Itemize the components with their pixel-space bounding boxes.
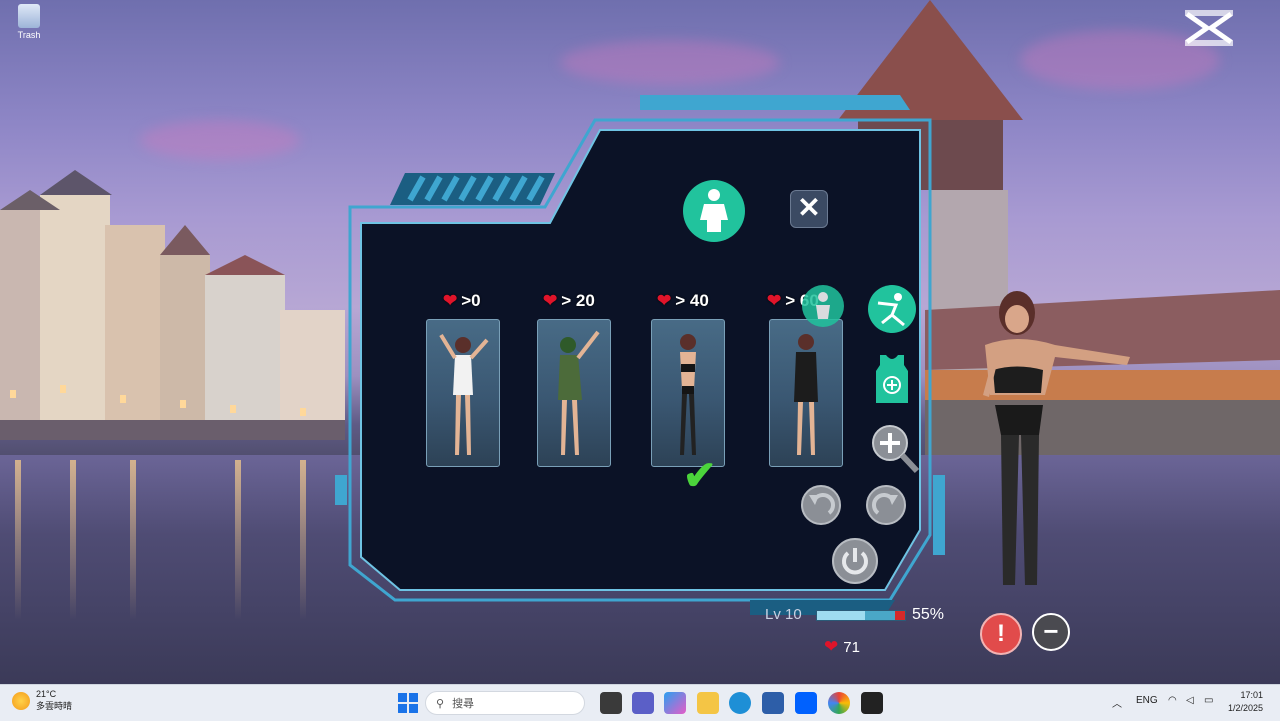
taskbar-search[interactable]: ⚲ 搜尋 <box>425 691 585 715</box>
cloud <box>560 40 780 85</box>
selected-check-icon: ✔ <box>683 454 717 498</box>
outfit-requirement: ❤ > 20 <box>543 291 595 310</box>
weather-temp: 21°C <box>36 689 57 699</box>
female-gender-button[interactable] <box>683 180 745 242</box>
progress-percent: 55% <box>912 606 945 623</box>
rotate-left-icon <box>809 493 835 515</box>
power-icon <box>842 548 868 575</box>
progress-fill <box>817 611 866 620</box>
recycle-bin-icon <box>18 4 40 28</box>
heart-icon: ❤ <box>443 291 458 310</box>
battery-icon[interactable]: ▭ <box>1204 695 1213 706</box>
wifi-icon[interactable]: ◠ <box>1168 695 1177 706</box>
light-reflection <box>130 460 136 620</box>
outfit-figure <box>439 333 489 455</box>
store-icon[interactable] <box>762 692 784 714</box>
character-model <box>983 291 1130 585</box>
windows-start-icon[interactable] <box>397 692 419 714</box>
capcut-taskbar-icon[interactable] <box>861 692 883 714</box>
heart-icon: ❤ <box>657 291 672 310</box>
power-button[interactable] <box>832 538 878 584</box>
outfit-card-1[interactable] <box>426 319 500 467</box>
volume-icon[interactable]: ◁ <box>1186 695 1194 706</box>
heart-icon: ❤ <box>824 637 839 656</box>
outfit-requirement: ❤ >0 <box>443 291 481 310</box>
add-outfit-icon[interactable] <box>874 353 910 405</box>
rotate-right-button[interactable] <box>866 485 906 525</box>
outfit-panel: ✕ ❤ >0 ❤ > 20 ❤ > 40 ✔ ❤ > <box>335 95 945 615</box>
weather-icon <box>12 691 30 710</box>
language-indicator[interactable]: ENG <box>1136 695 1158 706</box>
date: 1/2/2025 <box>1228 703 1264 713</box>
taskbar: 21°C 多雲時晴 ⚲ 搜尋 ︿ ENG ◠ ◁ ▭ 17:01 1/2/202… <box>0 684 1280 721</box>
progress-end-marker <box>895 611 905 620</box>
city-buildings <box>0 170 345 440</box>
heart-icon: ❤ <box>767 291 782 310</box>
outfit-requirement: ❤ > 40 <box>657 291 709 310</box>
file-explorer-icon[interactable] <box>697 692 719 714</box>
search-placeholder: 搜尋 <box>452 698 475 710</box>
dance-icon <box>877 293 905 327</box>
teams-icon[interactable] <box>632 692 654 714</box>
close-button[interactable]: ✕ <box>790 190 828 228</box>
hearts-counter: ❤ 71 <box>824 637 860 657</box>
capcut-logo-icon[interactable] <box>1183 8 1235 48</box>
task-view-icon[interactable] <box>600 692 622 714</box>
trash-label: Trash <box>17 30 41 40</box>
light-reflection <box>235 460 241 620</box>
chrome-icon[interactable] <box>828 692 850 714</box>
level-label: Lv 10 <box>765 606 802 623</box>
tray-overflow-icon[interactable]: ︿ <box>1112 695 1122 710</box>
pose-button[interactable] <box>802 285 844 327</box>
rotate-left-button[interactable] <box>801 485 841 525</box>
light-reflection <box>300 460 306 620</box>
zoom-in-icon[interactable] <box>870 423 920 475</box>
copilot-icon[interactable] <box>664 692 686 714</box>
warning-button[interactable]: ! <box>980 613 1022 655</box>
dance-button[interactable] <box>868 285 916 333</box>
weather-widget[interactable]: 21°C 多雲時晴 <box>12 689 72 712</box>
outfit-figure <box>558 330 600 455</box>
figure-icon <box>816 292 830 319</box>
outfit-card-4[interactable] <box>769 319 843 467</box>
search-icon: ⚲ <box>436 697 445 710</box>
outfit-figure <box>794 334 818 455</box>
heart-icon: ❤ <box>543 291 558 310</box>
female-icon <box>700 189 728 232</box>
cloud <box>140 120 300 160</box>
edge-icon[interactable] <box>729 692 751 714</box>
time: 17:01 <box>1240 690 1264 700</box>
clock[interactable]: 17:01 1/2/2025 <box>1228 689 1263 715</box>
affection-progress-bar <box>816 610 906 621</box>
trash-desktop-icon[interactable]: Trash <box>12 4 46 40</box>
rotate-right-icon <box>872 493 898 515</box>
light-reflection <box>70 460 76 620</box>
outfit-card-2[interactable] <box>537 319 611 467</box>
dropbox-icon[interactable] <box>795 692 817 714</box>
hearts-value: 71 <box>843 638 860 656</box>
light-reflection <box>15 460 21 620</box>
outfit-figure <box>680 334 696 455</box>
minimize-button[interactable]: − <box>1032 613 1070 651</box>
weather-desc: 多雲時晴 <box>36 701 73 711</box>
outfit-card-3[interactable] <box>651 319 725 467</box>
